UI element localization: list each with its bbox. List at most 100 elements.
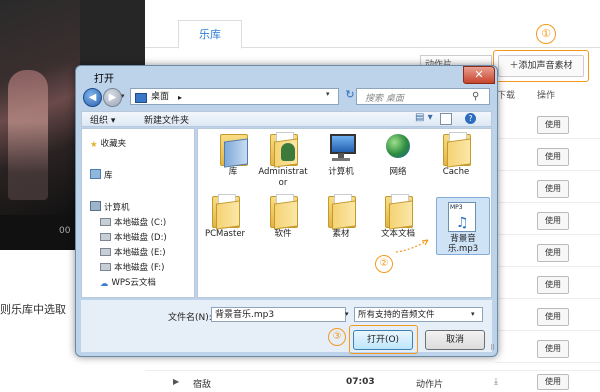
- nav-item-favorites[interactable]: ★ 收藏夹: [90, 137, 127, 150]
- row-divider: [495, 138, 600, 139]
- drive-icon: [100, 218, 111, 226]
- tab-music-library[interactable]: 乐库: [178, 20, 242, 49]
- use-button[interactable]: 使用: [537, 340, 569, 358]
- video-figure: [8, 70, 48, 200]
- address-chevron-icon[interactable]: ▸: [178, 89, 182, 106]
- library-folder-icon: [220, 134, 248, 168]
- row-divider: [495, 234, 600, 235]
- use-button[interactable]: 使用: [537, 244, 569, 262]
- file-item[interactable]: 网络: [369, 134, 427, 178]
- play-icon[interactable]: ▶: [173, 377, 179, 386]
- dialog-toolbar: 组织 ▾ 新建文件夹 ▤ ▾ ?: [81, 111, 492, 127]
- file-label: 背景音乐.mp3: [447, 234, 479, 254]
- nav-label: WPS云文档: [111, 278, 156, 288]
- cloud-icon: ☁: [100, 279, 109, 289]
- history-dropdown-icon[interactable]: ▾: [121, 92, 125, 100]
- close-button[interactable]: ✕: [463, 66, 495, 84]
- search-icon[interactable]: ⚲: [472, 91, 479, 102]
- filename-input[interactable]: 背景音乐.mp3: [211, 307, 346, 322]
- chevron-down-icon[interactable]: ▾: [471, 310, 475, 318]
- drive-icon: [100, 263, 111, 271]
- nav-label: 计算机: [104, 203, 130, 213]
- new-folder-button[interactable]: 新建文件夹: [144, 113, 189, 126]
- file-item[interactable]: 计算机: [312, 134, 370, 178]
- network-globe-icon: [384, 134, 412, 164]
- forward-arrow-icon[interactable]: ▶: [103, 88, 122, 107]
- column-action: 操作: [537, 91, 556, 101]
- library-icon: [90, 169, 101, 179]
- folder-icon: [443, 132, 471, 168]
- file-label: Administrator: [258, 167, 308, 188]
- organize-menu[interactable]: 组织 ▾: [90, 113, 115, 126]
- mp3-tag: MP3: [450, 204, 463, 211]
- filename-label: 文件名(N):: [168, 313, 212, 323]
- cancel-button[interactable]: 取消: [425, 330, 485, 350]
- nav-label: 本地磁盘 (E:): [114, 248, 166, 258]
- nav-label: 本地磁盘 (F:): [114, 263, 165, 273]
- preview-pane-icon[interactable]: [440, 113, 452, 125]
- search-field[interactable]: 搜索 桌面 ⚲: [356, 88, 490, 105]
- video-preview: [0, 0, 80, 250]
- nav-label: 收藏夹: [100, 139, 127, 149]
- folder-icon: [212, 194, 240, 230]
- view-menu[interactable]: ▤ ▾: [415, 112, 433, 123]
- resize-grip-icon[interactable]: ⠿: [490, 344, 495, 352]
- address-dropdown-icon[interactable]: ▾: [326, 90, 330, 98]
- row-divider: [495, 202, 600, 203]
- track-genre: 动作片: [416, 380, 444, 390]
- nav-item-drive-c[interactable]: 本地磁盘 (C:): [100, 216, 166, 228]
- search-input[interactable]: 搜索 桌面: [365, 91, 404, 104]
- file-item[interactable]: 文本文档: [369, 194, 427, 240]
- file-label: 网络: [389, 167, 407, 177]
- video-time: 00: [59, 226, 71, 236]
- file-item[interactable]: Cache: [427, 132, 485, 178]
- table-row[interactable]: ▶ 宿敌 07:03 动作片 ⤓ 使用: [145, 370, 600, 392]
- refresh-icon[interactable]: ↻: [343, 88, 357, 104]
- file-label: 计算机: [328, 167, 354, 177]
- library-hint-text: 则乐库中选取: [0, 303, 66, 316]
- track-duration: 07:03: [346, 377, 375, 387]
- file-label: Cache: [442, 167, 470, 177]
- nav-item-library[interactable]: 库: [90, 169, 113, 181]
- selected-mp3-file[interactable]: MP3 ♫ 背景音乐.mp3: [436, 197, 490, 255]
- address-bar[interactable]: 桌面 ▸: [130, 88, 339, 105]
- column-download: 下载: [497, 91, 516, 101]
- arrow-icon: [395, 239, 429, 253]
- back-arrow-icon[interactable]: ◀: [83, 88, 102, 107]
- file-label: 软件: [274, 229, 292, 239]
- file-item[interactable]: Administrator: [254, 132, 312, 189]
- row-divider: [495, 330, 600, 331]
- dialog-title: 打开: [94, 74, 114, 85]
- dialog-footer: 文件名(N): 背景音乐.mp3 ▾ 所有支持的音频文件 ▾ ③ 打开(O) 取…: [81, 300, 495, 354]
- file-item[interactable]: 软件: [254, 194, 312, 240]
- filetype-select[interactable]: 所有支持的音频文件: [354, 307, 483, 322]
- nav-item-drive-e[interactable]: 本地磁盘 (E:): [100, 246, 166, 258]
- drive-icon: [100, 233, 111, 241]
- chevron-down-icon[interactable]: ▾: [345, 310, 349, 318]
- nav-label: 本地磁盘 (D:): [114, 233, 167, 243]
- use-button[interactable]: 使用: [537, 276, 569, 294]
- file-item[interactable]: PCMaster: [196, 194, 254, 240]
- download-icon[interactable]: ⤓: [494, 377, 498, 387]
- use-button[interactable]: 使用: [537, 212, 569, 230]
- folder-icon: [385, 194, 413, 230]
- file-label: 库: [228, 167, 238, 177]
- use-button[interactable]: 使用: [537, 374, 569, 390]
- navigation-pane: ★ 收藏夹 库 计算机 本地磁盘 (C:) 本地磁盘 (D:) 本地磁盘 (E:)…: [81, 128, 195, 298]
- nav-item-drive-f[interactable]: 本地磁盘 (F:): [100, 261, 164, 273]
- use-button[interactable]: 使用: [537, 148, 569, 166]
- nav-item-drive-d[interactable]: 本地磁盘 (D:): [100, 231, 167, 243]
- file-item[interactable]: 素材: [312, 194, 370, 240]
- music-note-icon: ♫: [456, 215, 469, 231]
- help-icon[interactable]: ?: [465, 113, 476, 124]
- open-button-highlight: [349, 325, 418, 354]
- user-icon: [281, 143, 295, 161]
- nav-item-wps-cloud[interactable]: ☁ WPS云文档: [100, 276, 156, 289]
- track-name: 宿敌: [193, 380, 212, 390]
- step-badge-2: ②: [375, 255, 393, 273]
- use-button[interactable]: 使用: [537, 116, 569, 134]
- folder-icon: [328, 194, 356, 230]
- nav-item-computer[interactable]: 计算机: [90, 201, 130, 213]
- use-button[interactable]: 使用: [537, 180, 569, 198]
- use-button[interactable]: 使用: [537, 308, 569, 326]
